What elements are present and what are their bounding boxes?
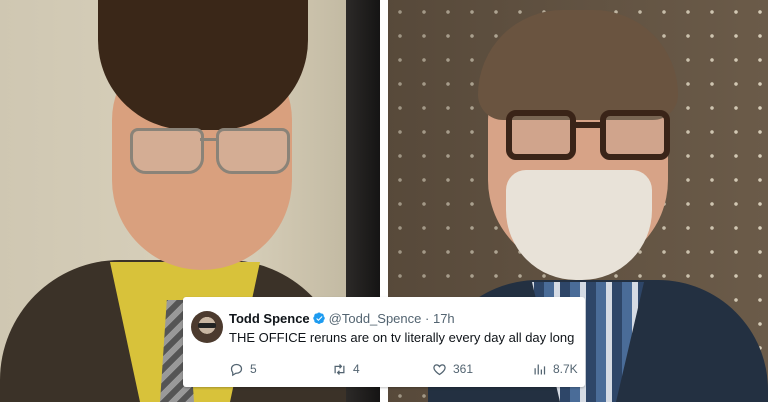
views-icon — [534, 364, 546, 374]
separator-dot: · — [425, 311, 430, 326]
tweet-actions: 5 4 361 8.7K — [229, 360, 578, 378]
retweet-button[interactable]: 4 — [332, 360, 360, 378]
tweet-text: THE OFFICE reruns are on tv literally ev… — [229, 330, 575, 345]
avatar[interactable] — [191, 311, 223, 343]
like-count: 361 — [453, 362, 474, 376]
retweet-count: 4 — [353, 362, 360, 376]
tweet-card: Todd Spence @Todd_Spence · 17h THE OFFICE… — [183, 297, 585, 387]
retweet-icon — [334, 363, 345, 375]
reply-count: 5 — [250, 362, 257, 376]
verified-badge-icon — [312, 312, 325, 324]
display-name[interactable]: Todd Spence — [229, 311, 310, 326]
handle[interactable]: @Todd_Spence — [329, 311, 422, 326]
glasses — [122, 128, 292, 174]
timestamp[interactable]: 17h — [433, 311, 455, 326]
reply-button[interactable]: 5 — [229, 360, 257, 378]
reply-icon — [230, 363, 243, 376]
tweet-header: Todd Spence @Todd_Spence · 17h — [229, 311, 455, 327]
views-button[interactable]: 8.7K — [532, 360, 578, 378]
view-count: 8.7K — [553, 362, 578, 376]
glasses — [506, 110, 676, 166]
like-icon — [433, 363, 446, 375]
like-button[interactable]: 361 — [432, 360, 473, 378]
